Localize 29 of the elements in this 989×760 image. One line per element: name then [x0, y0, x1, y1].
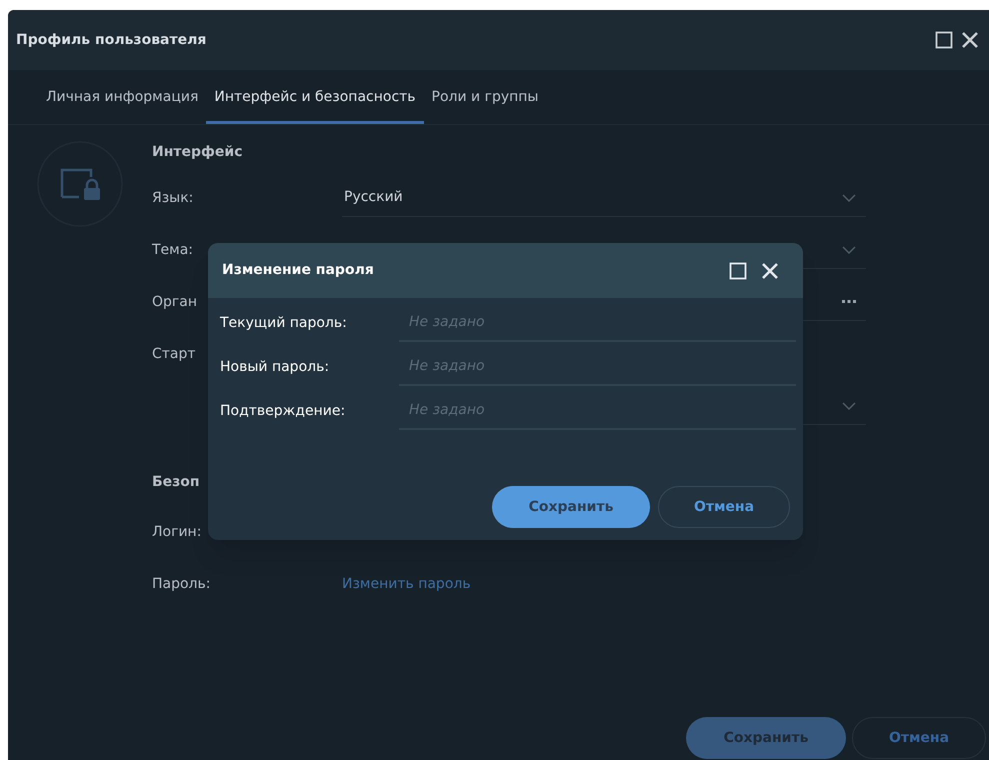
tab[interactable]: Личная информация — [38, 70, 206, 124]
field-label: Логин: — [152, 522, 202, 542]
more-icon[interactable] — [842, 300, 856, 303]
field-label: Старт — [152, 344, 197, 364]
password-field[interactable]: Не задано — [399, 348, 796, 386]
dialog-title: Изменение пароля — [222, 261, 374, 280]
password-field[interactable]: Не задано — [399, 392, 796, 430]
field-label: Тема: — [152, 240, 194, 260]
cancel-button[interactable]: Отмена — [658, 486, 790, 528]
field-label: Язык: — [152, 188, 194, 208]
field-label: Текущий пароль: — [220, 314, 348, 332]
field-label: Пароль: — [152, 574, 212, 594]
tab[interactable]: Интерфейс и безопасность — [206, 70, 424, 124]
field-label: Орган — [152, 292, 198, 312]
dropdown[interactable]: Русский — [342, 179, 866, 217]
save-button[interactable]: Сохранить — [492, 486, 650, 528]
close-icon[interactable] — [761, 262, 779, 280]
tab[interactable]: Роли и группы — [424, 70, 546, 124]
field-label: Новый пароль: — [220, 358, 330, 376]
window-lock-icon — [37, 141, 123, 227]
maximize-icon[interactable] — [729, 262, 747, 280]
close-icon[interactable] — [961, 31, 979, 49]
field-label: Подтверждение: — [220, 402, 346, 420]
password-field[interactable]: Не задано — [399, 304, 796, 342]
section-heading: Интерфейс — [152, 143, 244, 162]
window-title: Профиль пользователя — [16, 30, 206, 50]
change-password-link[interactable]: Изменить пароль — [342, 574, 471, 594]
cancel-button[interactable]: Отмена — [852, 717, 986, 759]
maximize-icon[interactable] — [935, 31, 953, 49]
